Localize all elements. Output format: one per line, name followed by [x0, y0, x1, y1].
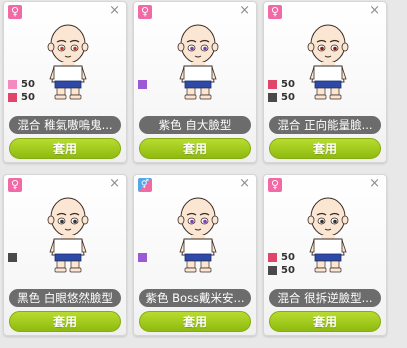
- swatch-color-box: [268, 93, 277, 102]
- color-swatch: 50: [268, 91, 295, 104]
- unisex-icon: ⚥: [138, 178, 152, 192]
- avatar: [300, 20, 356, 100]
- apply-button[interactable]: 套用: [269, 311, 381, 332]
- swatch-color-box: [138, 253, 147, 262]
- color-swatch: 50: [8, 78, 35, 91]
- color-swatches: 50 50: [268, 78, 295, 104]
- face-name-label: 混合 稚氣嗷嗚鬼...: [9, 116, 121, 134]
- swatch-color-box: [8, 253, 17, 262]
- color-swatches: [138, 78, 151, 91]
- color-swatches: [8, 251, 21, 264]
- swatch-color-box: [268, 266, 277, 275]
- swatch-color-box: [8, 93, 17, 102]
- close-icon[interactable]: ×: [239, 176, 250, 191]
- face-name-label: 紫色 Boss戴米安...: [139, 289, 251, 307]
- apply-button[interactable]: 套用: [9, 138, 121, 159]
- close-icon[interactable]: ×: [109, 176, 120, 191]
- female-icon: ♀: [268, 178, 282, 192]
- color-swatch: [8, 251, 21, 264]
- female-icon: ♀: [138, 5, 152, 19]
- close-icon[interactable]: ×: [239, 3, 250, 18]
- color-swatch: 50: [268, 251, 295, 264]
- face-card: ♀ × 50 50: [3, 1, 127, 163]
- avatar: [40, 193, 96, 273]
- apply-button[interactable]: 套用: [269, 138, 381, 159]
- avatar: [170, 20, 226, 100]
- apply-button[interactable]: 套用: [9, 311, 121, 332]
- female-icon: ♀: [8, 5, 22, 19]
- color-swatch: [138, 78, 151, 91]
- face-card: ♀ × 黑色 白眼悠然臉型 套用: [3, 174, 127, 336]
- color-swatches: [138, 251, 151, 264]
- face-name-label: 混合 正向能量臉...: [269, 116, 381, 134]
- color-swatches: 50 50: [268, 251, 295, 277]
- swatch-ratio: 50: [21, 92, 35, 103]
- swatch-ratio: 50: [281, 265, 295, 276]
- swatch-ratio: 50: [281, 79, 295, 90]
- swatch-color-box: [268, 80, 277, 89]
- apply-button[interactable]: 套用: [139, 311, 251, 332]
- close-icon[interactable]: ×: [369, 3, 380, 18]
- female-icon: ♀: [8, 178, 22, 192]
- face-card: ♀ × 50 50: [263, 174, 387, 336]
- face-card: ⚥ × 紫色 Boss戴米安... 套用: [133, 174, 257, 336]
- apply-button[interactable]: 套用: [139, 138, 251, 159]
- swatch-color-box: [268, 253, 277, 262]
- color-swatch: 50: [8, 91, 35, 104]
- face-name-label: 黑色 白眼悠然臉型: [9, 289, 121, 307]
- face-card: ♀ × 紫色 自大臉型 套用: [133, 1, 257, 163]
- face-name-label: 紫色 自大臉型: [139, 116, 251, 134]
- avatar: [40, 20, 96, 100]
- swatch-color-box: [138, 80, 147, 89]
- color-swatches: 50 50: [8, 78, 35, 104]
- color-swatch: 50: [268, 264, 295, 277]
- swatch-ratio: 50: [281, 92, 295, 103]
- female-icon: ♀: [268, 5, 282, 19]
- avatar: [170, 193, 226, 273]
- swatch-ratio: 50: [281, 252, 295, 263]
- avatar: [300, 193, 356, 273]
- face-name-label: 混合 很拆逆臉型...: [269, 289, 381, 307]
- swatch-ratio: 50: [21, 79, 35, 90]
- color-swatch: [138, 251, 151, 264]
- face-card: ♀ × 50 50: [263, 1, 387, 163]
- color-swatch: 50: [268, 78, 295, 91]
- swatch-color-box: [8, 80, 17, 89]
- close-icon[interactable]: ×: [109, 3, 120, 18]
- close-icon[interactable]: ×: [369, 176, 380, 191]
